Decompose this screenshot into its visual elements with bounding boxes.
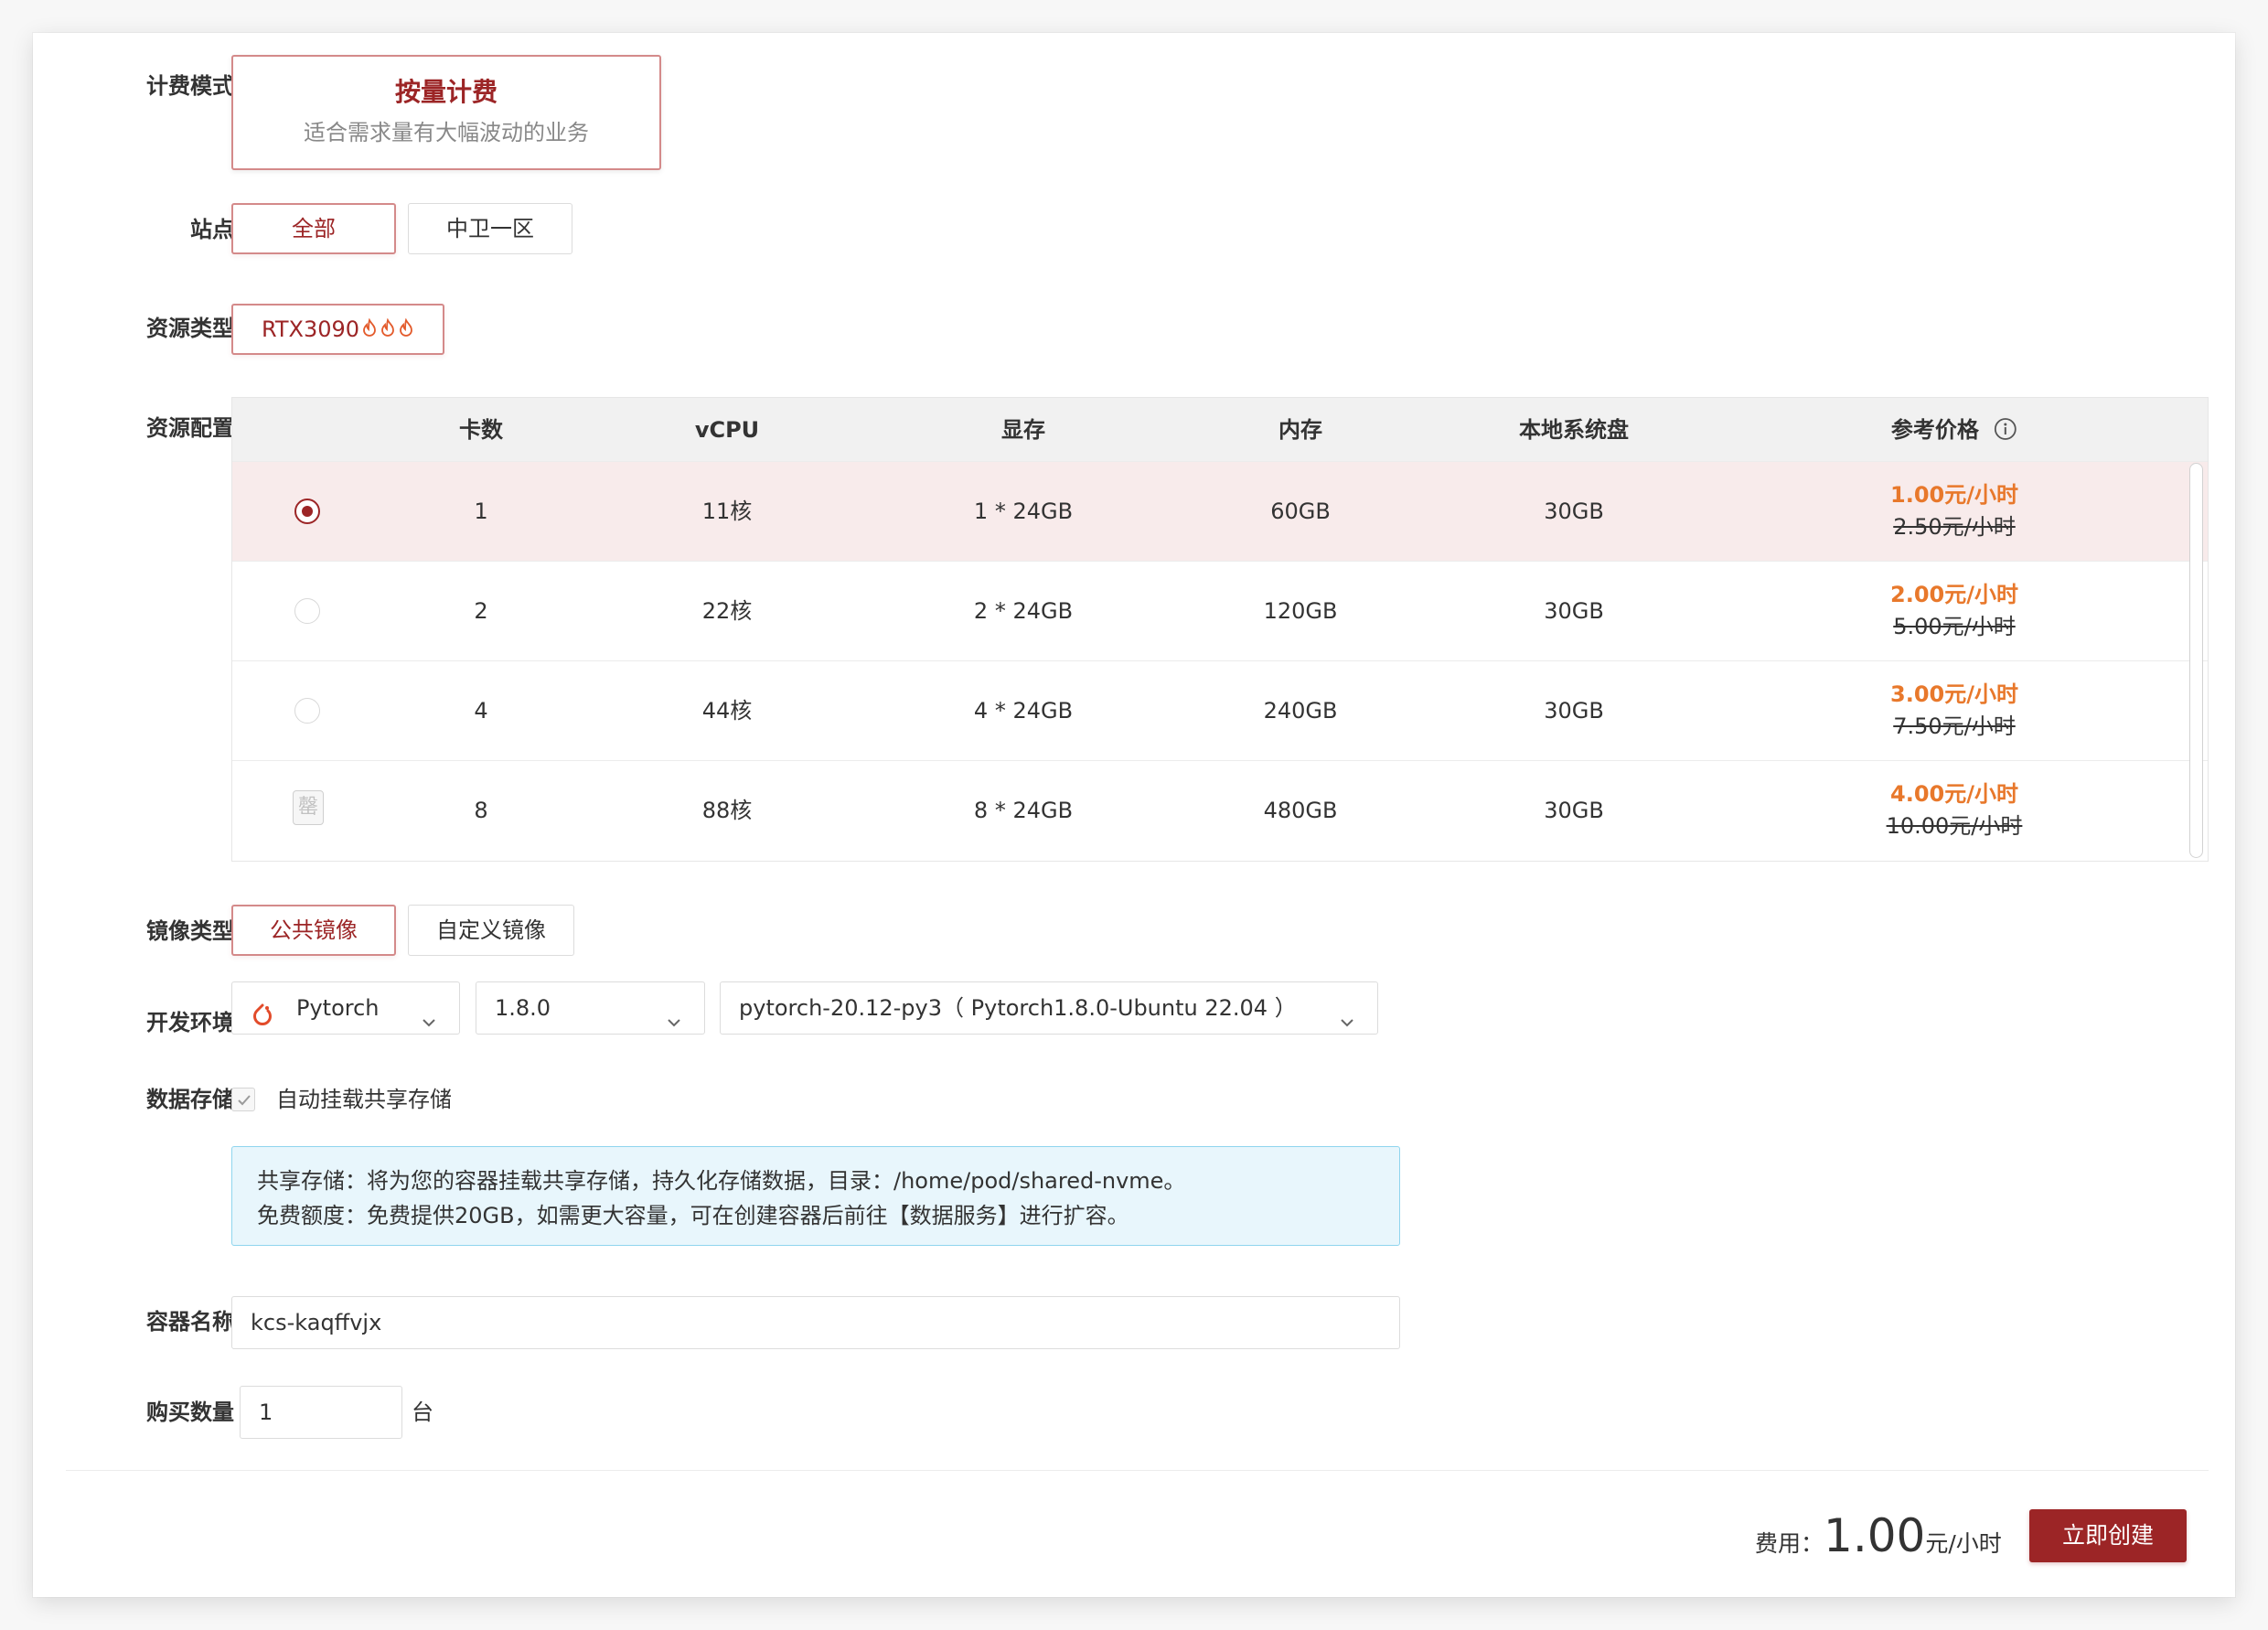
footer-divider — [66, 1470, 2209, 1471]
original-price: 5.00元/小时 — [1893, 614, 2016, 639]
cell-memory: 240GB — [1263, 698, 1338, 724]
original-price: 7.50元/小时 — [1893, 713, 2016, 739]
cell-price: 2.00元/小时 5.00元/小时 — [1845, 578, 2064, 642]
cell-cards: 2 — [474, 598, 488, 624]
chevron-down-icon — [1339, 998, 1355, 1027]
image-select[interactable]: pytorch-20.12-py3（ Pytorch1.8.0-Ubuntu 2… — [720, 981, 1378, 1035]
header-price-label: 参考价格 — [1890, 417, 1979, 443]
notice-free-quota-text: 免费额度：免费提供20GB，如需更大容量，可在创建容器后前往【数据服务】进行扩容… — [257, 1203, 1129, 1228]
create-now-button[interactable]: 立即创建 — [2029, 1509, 2187, 1562]
pytorch-icon — [251, 996, 274, 1025]
cell-vcpu: 88核 — [701, 798, 753, 823]
flame-icon — [380, 307, 396, 337]
table-header: 卡数 vCPU 显存 内存 本地系统盘 参考价格 — [232, 398, 2208, 462]
quantity-input[interactable]: 1 — [240, 1386, 402, 1439]
cell-vram: 1 * 24GB — [973, 499, 1074, 524]
auto-mount-label[interactable]: 自动挂载共享存储 — [276, 1081, 452, 1118]
container-name-label: 容器名称 — [146, 1309, 234, 1335]
sold-out-icon: 罄 — [293, 790, 324, 825]
cell-memory: 480GB — [1263, 798, 1338, 823]
cell-price: 3.00元/小时 7.50元/小时 — [1845, 678, 2064, 742]
storage-label: 数据存储 — [146, 1087, 234, 1112]
storage-notice: 共享存储：将为您的容器挂载共享存储，持久化存储数据，目录：/home/pod/s… — [231, 1146, 1400, 1246]
current-price: 3.00元/小时 — [1890, 681, 2018, 707]
cell-price: 1.00元/小时 2.50元/小时 — [1845, 478, 2064, 542]
fee-summary: 费用：1.00元/小时 — [1755, 1513, 2020, 1568]
billing-mode-title: 按量计费 — [394, 77, 497, 107]
dev-env-label: 开发环境 — [146, 1010, 234, 1035]
cell-disk: 30GB — [1544, 798, 1604, 823]
resource-config-row[interactable]: 2 22核 2 * 24GB 120GB 30GB 2.00元/小时 5.00元… — [232, 561, 2208, 660]
resource-config-table: 卡数 vCPU 显存 内存 本地系统盘 参考价格 1 11核 1 * 24GB … — [231, 397, 2209, 862]
current-price: 4.00元/小时 — [1890, 781, 2018, 807]
table-scrollbar[interactable] — [2189, 463, 2203, 858]
header-memory: 内存 — [1278, 417, 1322, 443]
cell-vcpu: 22核 — [701, 598, 753, 624]
cell-vram: 2 * 24GB — [973, 598, 1074, 624]
cell-memory: 120GB — [1263, 598, 1338, 624]
cell-vram: 8 * 24GB — [973, 798, 1074, 823]
header-cards: 卡数 — [459, 417, 503, 443]
framework-value: Pytorch — [296, 995, 380, 1021]
billing-mode-description: 适合需求量有大幅波动的业务 — [304, 120, 589, 145]
cell-disk: 30GB — [1544, 598, 1604, 624]
cell-disk: 30GB — [1544, 499, 1604, 524]
resource-config-label: 资源配置 — [146, 415, 234, 441]
fee-amount: 1.00 — [1824, 1509, 1926, 1562]
original-price: 10.00元/小时 — [1886, 813, 2023, 839]
resource-config-row[interactable]: 4 44核 4 * 24GB 240GB 30GB 3.00元/小时 7.50元… — [232, 660, 2208, 760]
radio-unselected[interactable] — [294, 698, 320, 724]
site-option-all[interactable]: 全部 — [231, 203, 396, 254]
chevron-down-icon — [421, 998, 437, 1027]
cell-price: 4.00元/小时 10.00元/小时 — [1845, 777, 2064, 842]
info-icon[interactable] — [1994, 402, 2017, 440]
radio-selected[interactable] — [294, 499, 320, 524]
image-type-label: 镜像类型 — [146, 918, 234, 944]
header-vcpu: vCPU — [694, 417, 760, 443]
cell-cards: 8 — [474, 798, 488, 823]
resource-type-name: RTX3090 — [261, 316, 360, 342]
fee-label: 费用： — [1755, 1530, 1824, 1557]
framework-select[interactable]: Pytorch — [231, 981, 460, 1035]
cell-disk: 30GB — [1544, 698, 1604, 724]
version-value: 1.8.0 — [495, 995, 551, 1021]
cell-vram: 4 * 24GB — [973, 698, 1074, 724]
image-type-public[interactable]: 公共镜像 — [231, 905, 396, 956]
image-value: pytorch-20.12-py3（ Pytorch1.8.0-Ubuntu 2… — [739, 995, 1297, 1021]
flame-icon — [361, 307, 378, 337]
site-option-zhongwei-1[interactable]: 中卫一区 — [408, 203, 572, 254]
header-reference-price: 参考价格 — [1891, 398, 2017, 462]
billing-mode-option-pay-as-you-go[interactable]: 按量计费 适合需求量有大幅波动的业务 — [231, 55, 661, 170]
quantity-label: 购买数量 — [146, 1399, 234, 1425]
cell-cards: 1 — [474, 499, 488, 524]
image-type-custom[interactable]: 自定义镜像 — [408, 905, 574, 956]
cell-vcpu: 44核 — [701, 698, 753, 724]
cell-cards: 4 — [474, 698, 488, 724]
notice-shared-storage-text: 共享存储：将为您的容器挂载共享存储，持久化存储数据，目录：/home/pod/s… — [257, 1168, 1186, 1194]
header-local-disk: 本地系统盘 — [1519, 417, 1629, 443]
create-container-form: 计费模式 按量计费 适合需求量有大幅波动的业务 站点 全部 中卫一区 资源类型 … — [33, 33, 2235, 1597]
fee-unit: 元/小时 — [1925, 1530, 2002, 1557]
cell-memory: 60GB — [1270, 499, 1331, 524]
site-label: 站点 — [190, 217, 234, 242]
flame-icon — [398, 307, 414, 337]
auto-mount-checkbox[interactable] — [231, 1088, 255, 1111]
resource-config-row[interactable]: 1 11核 1 * 24GB 60GB 30GB 1.00元/小时 2.50元/… — [232, 461, 2208, 561]
chevron-down-icon — [666, 998, 682, 1027]
current-price: 1.00元/小时 — [1890, 482, 2018, 508]
original-price: 2.50元/小时 — [1893, 514, 2016, 540]
radio-unselected[interactable] — [294, 598, 320, 624]
resource-config-row: 罄 8 88核 8 * 24GB 480GB 30GB 4.00元/小时 10.… — [232, 760, 2208, 860]
resource-type-rtx3090[interactable]: RTX3090 — [231, 304, 444, 355]
resource-type-label: 资源类型 — [146, 316, 234, 341]
billing-mode-label: 计费模式 — [146, 73, 234, 99]
current-price: 2.00元/小时 — [1890, 582, 2018, 607]
quantity-unit: 台 — [412, 1399, 433, 1425]
header-vram: 显存 — [1001, 417, 1045, 443]
version-select[interactable]: 1.8.0 — [476, 981, 705, 1035]
container-name-input[interactable]: kcs-kaqffvjx — [231, 1296, 1400, 1349]
cell-vcpu: 11核 — [701, 499, 753, 524]
